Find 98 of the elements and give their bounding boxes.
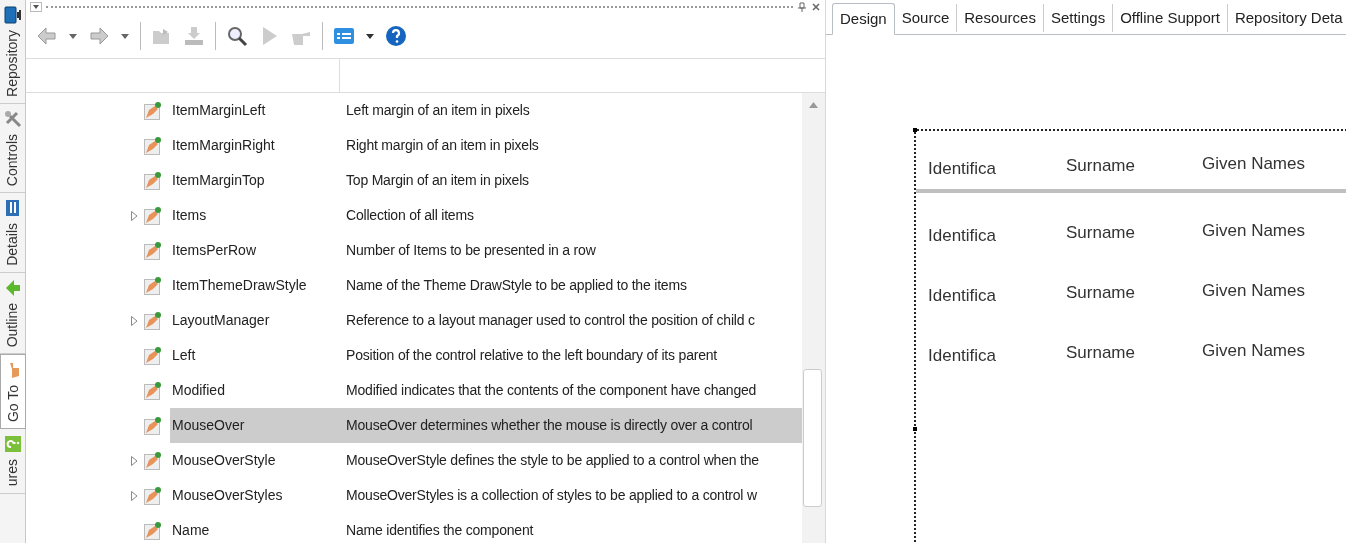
property-icon	[144, 451, 162, 470]
list-view-icon[interactable]	[333, 25, 355, 47]
editor-tab[interactable]: Resources	[957, 4, 1044, 32]
search-icon[interactable]	[226, 25, 248, 47]
editor-tab[interactable]: Design	[832, 3, 895, 35]
property-row[interactable]: ItemMarginLeft Left margin of an item in pixels	[170, 93, 802, 128]
help-icon[interactable]	[385, 25, 407, 47]
scrollbar-thumb[interactable]	[803, 369, 822, 507]
property-description: Modified indicates that the contents of the component have changed	[346, 381, 757, 400]
property-icon	[144, 311, 162, 330]
caret-icon	[33, 5, 39, 9]
property-description: Reference to a layout manager used to control the position of child c	[346, 311, 755, 330]
grid-cell-text: Given Names	[1202, 280, 1306, 303]
property-row[interactable]: ItemThemeDrawStyle Name of the Theme DrawStyle to be applied to the items	[170, 268, 802, 303]
property-description: Position of the control relative to the left boundary of its parent	[346, 346, 718, 365]
expand-arrow-icon[interactable]	[131, 490, 138, 501]
property-description: Name of the Theme DrawStyle to be applied to the items	[346, 276, 687, 295]
expand-arrow-icon[interactable]	[131, 210, 138, 221]
property-row[interactable]: Name Name identifies the component	[170, 513, 802, 543]
property-row[interactable]: MouseOver MouseOver determines whether the mouse is directly over a control	[170, 408, 802, 443]
property-icon	[144, 101, 162, 120]
grid-cell-text: Surname	[1066, 342, 1136, 365]
grid-cell-text: Given Names	[1202, 340, 1306, 363]
property-name: ItemMarginRight	[171, 136, 276, 155]
side-tab[interactable]: ures	[0, 429, 25, 494]
property-icon	[144, 276, 162, 295]
property-row[interactable]: ItemMarginTop Top Margin of an item in pixels	[170, 163, 802, 198]
property-icon	[144, 136, 162, 155]
property-name: ItemsPerRow	[171, 241, 258, 260]
property-row[interactable]: ItemsPerRow Number of Items to be presented in a row	[170, 233, 802, 268]
property-name: ItemThemeDrawStyle	[171, 276, 308, 295]
side-tab[interactable]: Go To	[0, 354, 26, 430]
property-description: Number of Items to be presented in a row	[346, 241, 596, 260]
form-icon	[3, 199, 22, 218]
property-row[interactable]: Modified Modified indicates that the contents of the component have changed	[170, 373, 802, 408]
column-header: Surname	[1066, 155, 1136, 178]
property-description: MouseOverStyle defines the style to be applied to a control when the	[346, 451, 759, 470]
expand-arrow-icon[interactable]	[131, 315, 138, 326]
property-row[interactable]: Left Position of the control relative to the left boundary of its parent	[170, 338, 802, 373]
property-name: MouseOver	[171, 416, 246, 435]
side-tab[interactable]: Controls	[0, 103, 25, 194]
pin-icon[interactable]	[797, 2, 807, 12]
editor-tab[interactable]: Repository Deta	[1227, 4, 1346, 32]
tools-icon	[3, 109, 22, 128]
resize-handle[interactable]	[913, 427, 917, 431]
property-row[interactable]: Items Collection of all items	[170, 198, 802, 233]
column-header: Given Names	[1202, 153, 1306, 176]
help-icon	[3, 435, 22, 454]
side-tab[interactable]: Repository	[0, 0, 25, 104]
property-description: Right margin of an item in pixels	[346, 136, 539, 155]
property-row[interactable]: LayoutManager Reference to a layout manager used to control the position of child c	[170, 303, 802, 338]
panel-menu-button[interactable]	[30, 2, 42, 12]
property-icon	[144, 486, 162, 505]
forward-arrow-icon[interactable]	[88, 25, 110, 47]
property-icon	[144, 241, 162, 260]
property-description: MouseOverStyles is a collection of styles to be applied to a control w	[346, 486, 757, 505]
property-name: MouseOverStyles	[171, 486, 284, 505]
scrollbar[interactable]	[802, 93, 825, 543]
property-name: LayoutManager	[171, 311, 271, 330]
grid-cell-text: Given Names	[1202, 220, 1306, 243]
resize-handle[interactable]	[913, 128, 917, 132]
property-name: ItemMarginTop	[171, 171, 266, 190]
scroll-up-arrow-icon[interactable]	[809, 102, 818, 108]
grid-cell-text: Identifica	[928, 345, 998, 368]
property-row[interactable]: ItemMarginRight Right margin of an item in pixels	[170, 128, 802, 163]
side-tab[interactable]: Details	[0, 193, 25, 273]
back-arrow-icon[interactable]	[36, 25, 58, 47]
editor-tab[interactable]: Settings	[1043, 4, 1114, 32]
expand-arrow-icon[interactable]	[131, 455, 138, 466]
property-name: Name	[171, 521, 211, 540]
close-icon[interactable]	[811, 2, 821, 12]
property-description: Name identifies the component	[346, 521, 534, 540]
property-name: Modified	[171, 381, 226, 400]
property-description: Collection of all items	[346, 206, 474, 225]
property-description: Left margin of an item in pixels	[346, 101, 530, 120]
property-icon	[144, 206, 162, 225]
property-row[interactable]: MouseOverStyle MouseOverStyle defines the style to be applied to a control when the	[170, 443, 802, 478]
column-header: Identifica	[928, 158, 998, 181]
editor-tab[interactable]: Source	[894, 4, 958, 32]
property-name: MouseOverStyle	[171, 451, 277, 470]
property-name: ItemMarginLeft	[171, 101, 267, 120]
grid-cell-text: Identifica	[928, 285, 998, 308]
property-name: Items	[171, 206, 208, 225]
property-icon	[144, 416, 162, 435]
property-description: MouseOver determines whether the mouse is directly over a control	[346, 416, 753, 435]
grid-cell-text: Identifica	[928, 225, 998, 248]
download-icon[interactable]	[183, 25, 205, 47]
grid-cell-text: Surname	[1066, 282, 1136, 305]
property-name: Left	[171, 346, 197, 365]
grid-cell-text: Surname	[1066, 222, 1136, 245]
property-icon	[144, 521, 162, 540]
monitor-icon	[3, 6, 22, 24]
property-icon	[144, 171, 162, 190]
editor-tab[interactable]: Offline Support	[1113, 4, 1228, 32]
property-row[interactable]: MouseOverStyles MouseOverStyles is a collection of styles to be applied to a control w	[170, 478, 802, 513]
property-icon	[144, 381, 162, 400]
property-description: Top Margin of an item in pixels	[346, 171, 529, 190]
property-icon	[144, 346, 162, 365]
